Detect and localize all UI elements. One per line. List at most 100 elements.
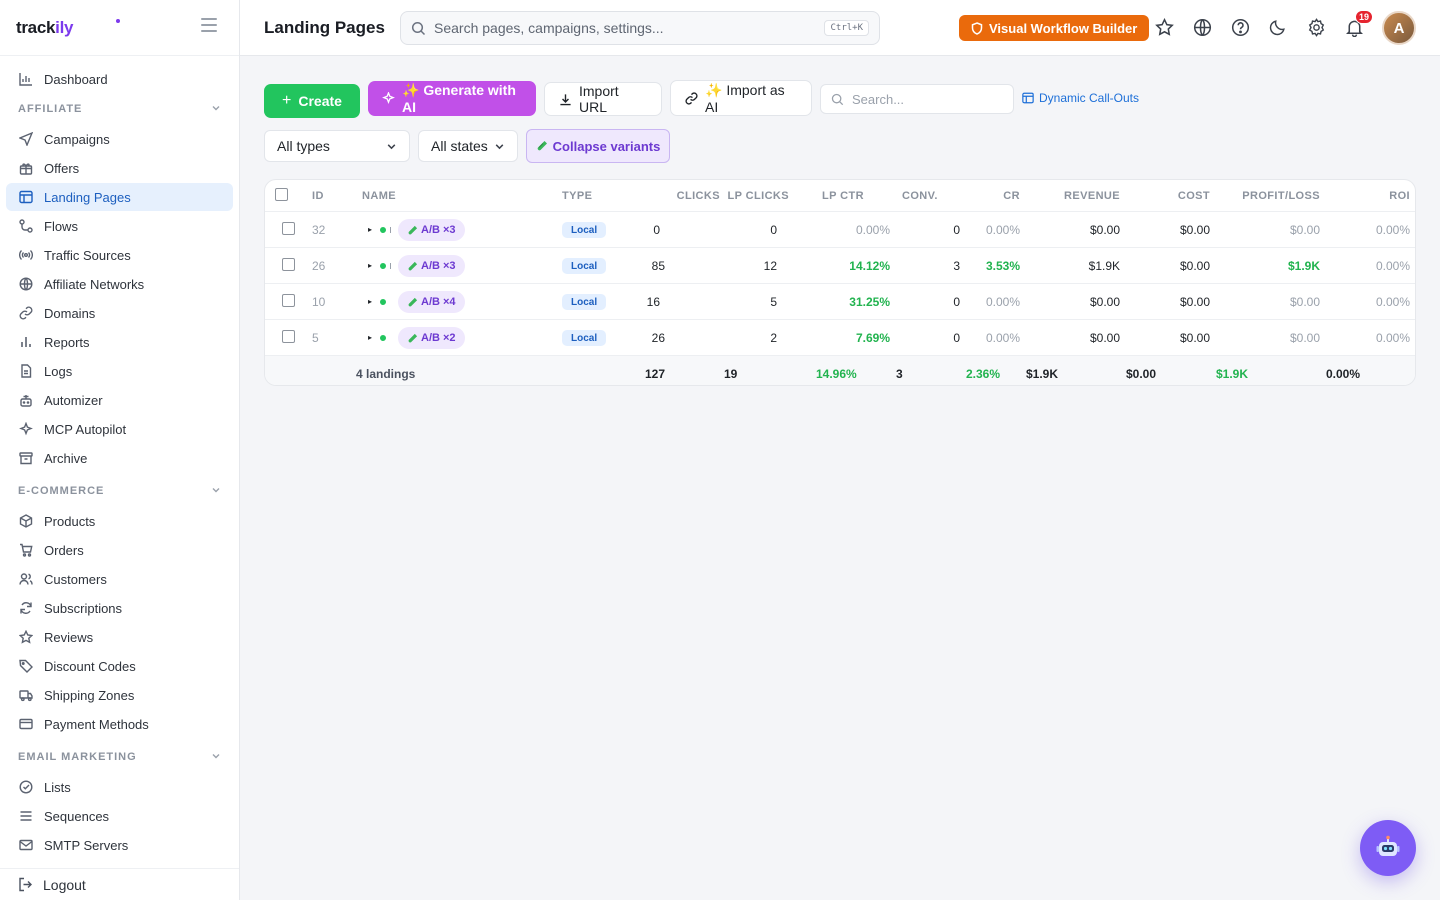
sidebar-item-mcp-autopilot[interactable]: MCP Autopilot	[6, 415, 233, 443]
sidebar-item-reports[interactable]: Reports	[6, 328, 233, 356]
chevron-down-icon	[211, 103, 221, 116]
sidebar-item-traffic-sources[interactable]: Traffic Sources	[6, 241, 233, 269]
sidebar-item-reviews[interactable]: Reviews	[6, 623, 233, 651]
sidebar-item-subscriptions[interactable]: Subscriptions	[6, 594, 233, 622]
brand-logo[interactable]: trackily	[16, 18, 73, 38]
row-clicks: 16	[646, 295, 660, 309]
ab-variant-pill[interactable]: A/B ×3	[398, 219, 465, 241]
row-checkbox[interactable]	[282, 330, 295, 343]
filter-types-select[interactable]: All types	[264, 130, 410, 162]
user-avatar[interactable]: A	[1382, 11, 1416, 45]
favorites-star-icon[interactable]	[1153, 16, 1175, 38]
dynamic-callouts-link[interactable]: Dynamic Call-Outs	[1022, 91, 1139, 105]
sidebar-item-affiliate-networks[interactable]: Affiliate Networks	[6, 270, 233, 298]
help-icon[interactable]	[1229, 16, 1251, 38]
sidebar-item-logs[interactable]: Logs	[6, 357, 233, 385]
table-row[interactable]: 32 ▸ A/B ×3 Local 0 0 0.00% 0 0.00% $0.0…	[265, 212, 1415, 248]
sidebar-item-discount-codes[interactable]: Discount Codes	[6, 652, 233, 680]
footer-revenue: $1.9K	[1026, 367, 1059, 381]
create-button[interactable]: + Create	[264, 84, 360, 118]
sidebar-item-payment-methods[interactable]: Payment Methods	[6, 710, 233, 738]
row-cost: $0.00	[1179, 331, 1210, 345]
search-icon	[831, 93, 844, 106]
ai-assistant-button[interactable]	[1360, 820, 1416, 876]
col-conv[interactable]: CONV.	[902, 190, 938, 202]
sidebar-item-landing-pages[interactable]: Landing Pages	[6, 183, 233, 211]
global-search-input[interactable]	[434, 20, 817, 36]
select-all-checkbox[interactable]	[275, 188, 288, 201]
visual-workflow-builder-button[interactable]: Visual Workflow Builder	[959, 15, 1150, 41]
row-cr: 0.00%	[985, 295, 1020, 309]
brand-dot	[116, 19, 120, 23]
section-affiliate[interactable]: AFFILIATE	[6, 94, 233, 124]
row-checkbox[interactable]	[282, 258, 295, 271]
row-checkbox[interactable]	[282, 222, 295, 235]
col-lp-clicks[interactable]: LP CLICKS	[723, 190, 789, 202]
footer-clicks: 127	[644, 367, 665, 381]
col-id[interactable]: ID	[312, 190, 324, 202]
sidebar-item-archive[interactable]: Archive	[6, 444, 233, 472]
col-revenue[interactable]: REVENUE	[1040, 190, 1120, 202]
col-cost[interactable]: COST	[1140, 190, 1210, 202]
row-cr: 0.00%	[985, 223, 1020, 237]
refresh-icon	[18, 600, 34, 616]
sidebar-item-campaigns[interactable]: Campaigns	[6, 125, 233, 153]
table-row[interactable]: 26 ▸ A/B ×3 Local 85 12 14.12% 3 3.53% $…	[265, 248, 1415, 284]
logout-button[interactable]: Logout	[0, 868, 239, 900]
col-name[interactable]: NAME	[362, 190, 396, 202]
section-email-marketing[interactable]: EMAIL MARKETING	[6, 742, 233, 772]
expand-arrow-icon[interactable]: ▸	[368, 333, 372, 342]
sidebar-item-automizer[interactable]: Automizer	[6, 386, 233, 414]
collapse-variants-button[interactable]: Collapse variants	[526, 129, 670, 163]
col-roi[interactable]: ROI	[1340, 190, 1410, 202]
ab-variant-pill[interactable]: A/B ×3	[398, 255, 465, 277]
chevron-down-icon	[211, 485, 221, 498]
col-cr[interactable]: CR	[970, 190, 1020, 202]
table-row[interactable]: 10 ▸ A/B ×4 Local 16 5 31.25% 0 0.00% $0…	[265, 284, 1415, 320]
import-as-ai-button[interactable]: ✨ Import as AI	[670, 80, 812, 116]
sidebar-item-flows[interactable]: Flows	[6, 212, 233, 240]
sidebar-item-orders[interactable]: Orders	[6, 536, 233, 564]
expand-arrow-icon[interactable]: ▸	[368, 297, 372, 306]
row-cost: $0.00	[1179, 259, 1210, 273]
dark-mode-moon-icon[interactable]	[1267, 16, 1289, 38]
footer-cost: $0.00	[1126, 367, 1157, 381]
language-globe-icon[interactable]	[1191, 16, 1213, 38]
sidebar-item-shipping-zones[interactable]: Shipping Zones	[6, 681, 233, 709]
col-clicks[interactable]: CLICKS	[670, 190, 720, 202]
expand-arrow-icon[interactable]: ▸	[368, 261, 372, 270]
test-tube-icon	[407, 261, 418, 272]
generate-with-ai-button[interactable]: ✨ Generate with AI	[368, 81, 536, 116]
package-icon	[18, 513, 34, 529]
sidebar-item-customers[interactable]: Customers	[6, 565, 233, 593]
sidebar-item-smtp-servers[interactable]: SMTP Servers	[6, 831, 233, 859]
import-url-button[interactable]: Import URL	[544, 82, 662, 116]
truck-icon	[18, 687, 34, 703]
ab-variant-pill[interactable]: A/B ×4	[398, 291, 465, 313]
sidebar-item-offers[interactable]: Offers	[6, 154, 233, 182]
col-lp-ctr[interactable]: LP CTR	[822, 190, 864, 202]
notifications-bell-icon[interactable]: 19	[1343, 10, 1373, 38]
flow-icon	[18, 218, 34, 234]
sidebar-item-sequences[interactable]: Sequences	[6, 802, 233, 830]
ab-variant-pill[interactable]: A/B ×2	[398, 327, 465, 349]
sidebar-item-domains[interactable]: Domains	[6, 299, 233, 327]
row-lp-clicks: 2	[770, 331, 777, 345]
global-search[interactable]: Ctrl+K	[400, 11, 880, 45]
sidebar-item-lists[interactable]: Lists	[6, 773, 233, 801]
table-row[interactable]: 5 ▸ A/B ×2 Local 26 2 7.69% 0 0.00% $0.0…	[265, 320, 1415, 356]
table-search-input[interactable]	[852, 91, 1028, 107]
footer-lp-clicks: 19	[724, 367, 738, 381]
expand-arrow-icon[interactable]: ▸	[368, 225, 372, 234]
filter-states-select[interactable]: All states	[418, 130, 518, 162]
sidebar-item-products[interactable]: Products	[6, 507, 233, 535]
menu-toggle-icon[interactable]	[201, 18, 217, 32]
sidebar-item-dashboard[interactable]: Dashboard	[6, 65, 233, 93]
col-profit-loss[interactable]: PROFIT/LOSS	[1220, 190, 1320, 202]
row-checkbox[interactable]	[282, 294, 295, 307]
col-type[interactable]: TYPE	[562, 190, 592, 202]
table-search[interactable]	[820, 84, 1028, 114]
settings-gear-icon[interactable]	[1305, 16, 1327, 38]
section-ecommerce[interactable]: E-COMMERCE	[6, 476, 233, 506]
row-conv: 3	[953, 259, 960, 273]
